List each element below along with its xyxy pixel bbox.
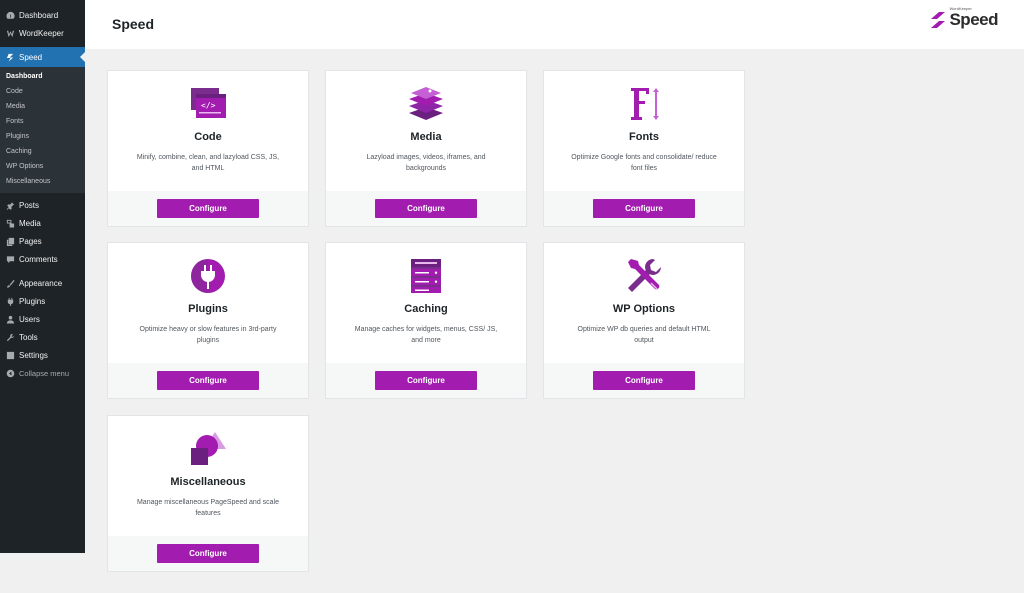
comments-icon <box>5 254 15 264</box>
card-description: Minify, combine, clean, and lazyload CSS… <box>136 154 280 172</box>
page-title: Speed <box>112 16 155 32</box>
submenu-item-caching[interactable]: Caching <box>0 144 85 159</box>
brand-mark-icon <box>931 12 946 28</box>
sidebar-item-pages[interactable]: Pages <box>0 232 85 250</box>
card-title: Code <box>194 131 222 143</box>
appearance-icon <box>5 278 15 288</box>
sidebar-item-label: Posts <box>19 200 40 210</box>
card-title: Caching <box>404 303 448 315</box>
tools-cross-icon <box>628 259 661 292</box>
submenu-item-code[interactable]: Code <box>0 84 85 99</box>
submenu-item-dashboard[interactable]: Dashboard <box>0 69 85 84</box>
admin-sidebar: Dashboard WordKeeper Speed Dashboard Cod… <box>0 0 85 553</box>
card-title: Miscellaneous <box>170 476 246 488</box>
sidebar-item-label: Dashboard <box>19 10 59 20</box>
media-layers-icon <box>409 87 443 120</box>
page-header: Speed WordKeeper Speed <box>85 0 1024 49</box>
code-icon: </> <box>191 88 226 118</box>
sidebar-item-tools[interactable]: Tools <box>0 328 85 346</box>
fonts-icon <box>631 88 659 120</box>
sidebar-item-settings[interactable]: Settings <box>0 346 85 364</box>
card-fonts: Fonts Optimize Google fonts and consolid… <box>543 70 745 227</box>
configure-button[interactable]: Configure <box>157 371 259 390</box>
card-description: Optimize Google fonts and consolidate/ r… <box>571 154 717 172</box>
card-media: Media Lazyload images, videos, iframes, … <box>325 70 527 227</box>
brand-logo: WordKeeper Speed <box>929 6 998 30</box>
sidebar-item-wordkeeper[interactable]: WordKeeper <box>0 24 85 42</box>
card-title: Fonts <box>629 131 659 143</box>
card-description: Lazyload images, videos, iframes, and ba… <box>366 154 486 172</box>
submenu-item-media[interactable]: Media <box>0 99 85 114</box>
sidebar-item-speed[interactable]: Speed <box>0 47 85 67</box>
configure-button[interactable]: Configure <box>375 371 477 390</box>
sidebar-item-label: Comments <box>19 254 58 264</box>
brand-small-text: WordKeeper <box>949 6 972 11</box>
card-description: Manage miscellaneous PageSpeed and scale… <box>136 499 280 517</box>
brand-text: WordKeeper Speed <box>949 6 998 30</box>
sidebar-item-label: Settings <box>19 350 48 360</box>
card-description: Optimize heavy or slow features in 3rd-p… <box>139 326 277 344</box>
svg-text:</>: </> <box>201 101 216 110</box>
shapes-icon <box>191 432 226 465</box>
sidebar-item-media[interactable]: Media <box>0 214 85 232</box>
card-miscellaneous: Miscellaneous Manage miscellaneous PageS… <box>107 415 309 572</box>
brand-name: Speed <box>949 10 998 29</box>
sidebar-item-label: WordKeeper <box>19 28 64 38</box>
sidebar-item-label: Plugins <box>19 296 46 306</box>
submenu-item-wp-options[interactable]: WP Options <box>0 159 85 174</box>
settings-icon <box>5 350 15 360</box>
card-plugins: Plugins Optimize heavy or slow features … <box>107 242 309 399</box>
configure-button[interactable]: Configure <box>593 371 695 390</box>
configure-button[interactable]: Configure <box>157 199 259 218</box>
media-icon <box>5 218 15 228</box>
plugins-icon <box>5 296 15 306</box>
wordkeeper-icon <box>5 28 15 38</box>
server-icon <box>411 259 441 293</box>
card-title: WP Options <box>612 303 676 315</box>
collapse-icon <box>5 368 15 378</box>
sidebar-item-users[interactable]: Users <box>0 310 85 328</box>
plug-icon <box>191 259 225 293</box>
speed-submenu: Dashboard Code Media Fonts Plugins Cachi… <box>0 67 85 193</box>
collapse-menu-button[interactable]: Collapse menu <box>0 364 85 382</box>
dashboard-icon <box>5 10 15 20</box>
sidebar-item-label: Appearance <box>19 278 63 288</box>
sidebar-item-comments[interactable]: Comments <box>0 250 85 268</box>
configure-button[interactable]: Configure <box>593 199 695 218</box>
sidebar-item-label: Tools <box>19 332 38 342</box>
sidebar-item-label: Media <box>19 218 41 228</box>
card-title: Media <box>410 131 442 143</box>
users-icon <box>5 314 15 324</box>
card-code: </> Code Minify, combine, clean, and laz… <box>107 70 309 227</box>
card-description: Optimize WP db queries and default HTML … <box>577 326 711 344</box>
submenu-item-miscellaneous[interactable]: Miscellaneous <box>0 174 85 189</box>
tools-icon <box>5 332 15 342</box>
sidebar-item-posts[interactable]: Posts <box>0 196 85 214</box>
card-wp-options: WP Options Optimize WP db queries and de… <box>543 242 745 399</box>
submenu-item-fonts[interactable]: Fonts <box>0 114 85 129</box>
sidebar-item-label: Speed <box>19 52 43 62</box>
collapse-menu-label: Collapse menu <box>19 368 70 378</box>
configure-button[interactable]: Configure <box>157 544 259 563</box>
sidebar-item-dashboard[interactable]: Dashboard <box>0 6 85 24</box>
submenu-item-plugins[interactable]: Plugins <box>0 129 85 144</box>
sidebar-item-label: Users <box>19 314 40 324</box>
card-caching: Caching Manage caches for widgets, menus… <box>325 242 527 399</box>
configure-button[interactable]: Configure <box>375 199 477 218</box>
sidebar-item-label: Pages <box>19 236 42 246</box>
pages-icon <box>5 236 15 246</box>
sidebar-item-plugins[interactable]: Plugins <box>0 292 85 310</box>
sidebar-item-appearance[interactable]: Appearance <box>0 274 85 292</box>
card-title: Plugins <box>188 303 228 315</box>
card-description: Manage caches for widgets, menus, CSS/ J… <box>354 326 498 344</box>
speed-icon <box>5 52 15 62</box>
pin-icon <box>5 200 15 210</box>
